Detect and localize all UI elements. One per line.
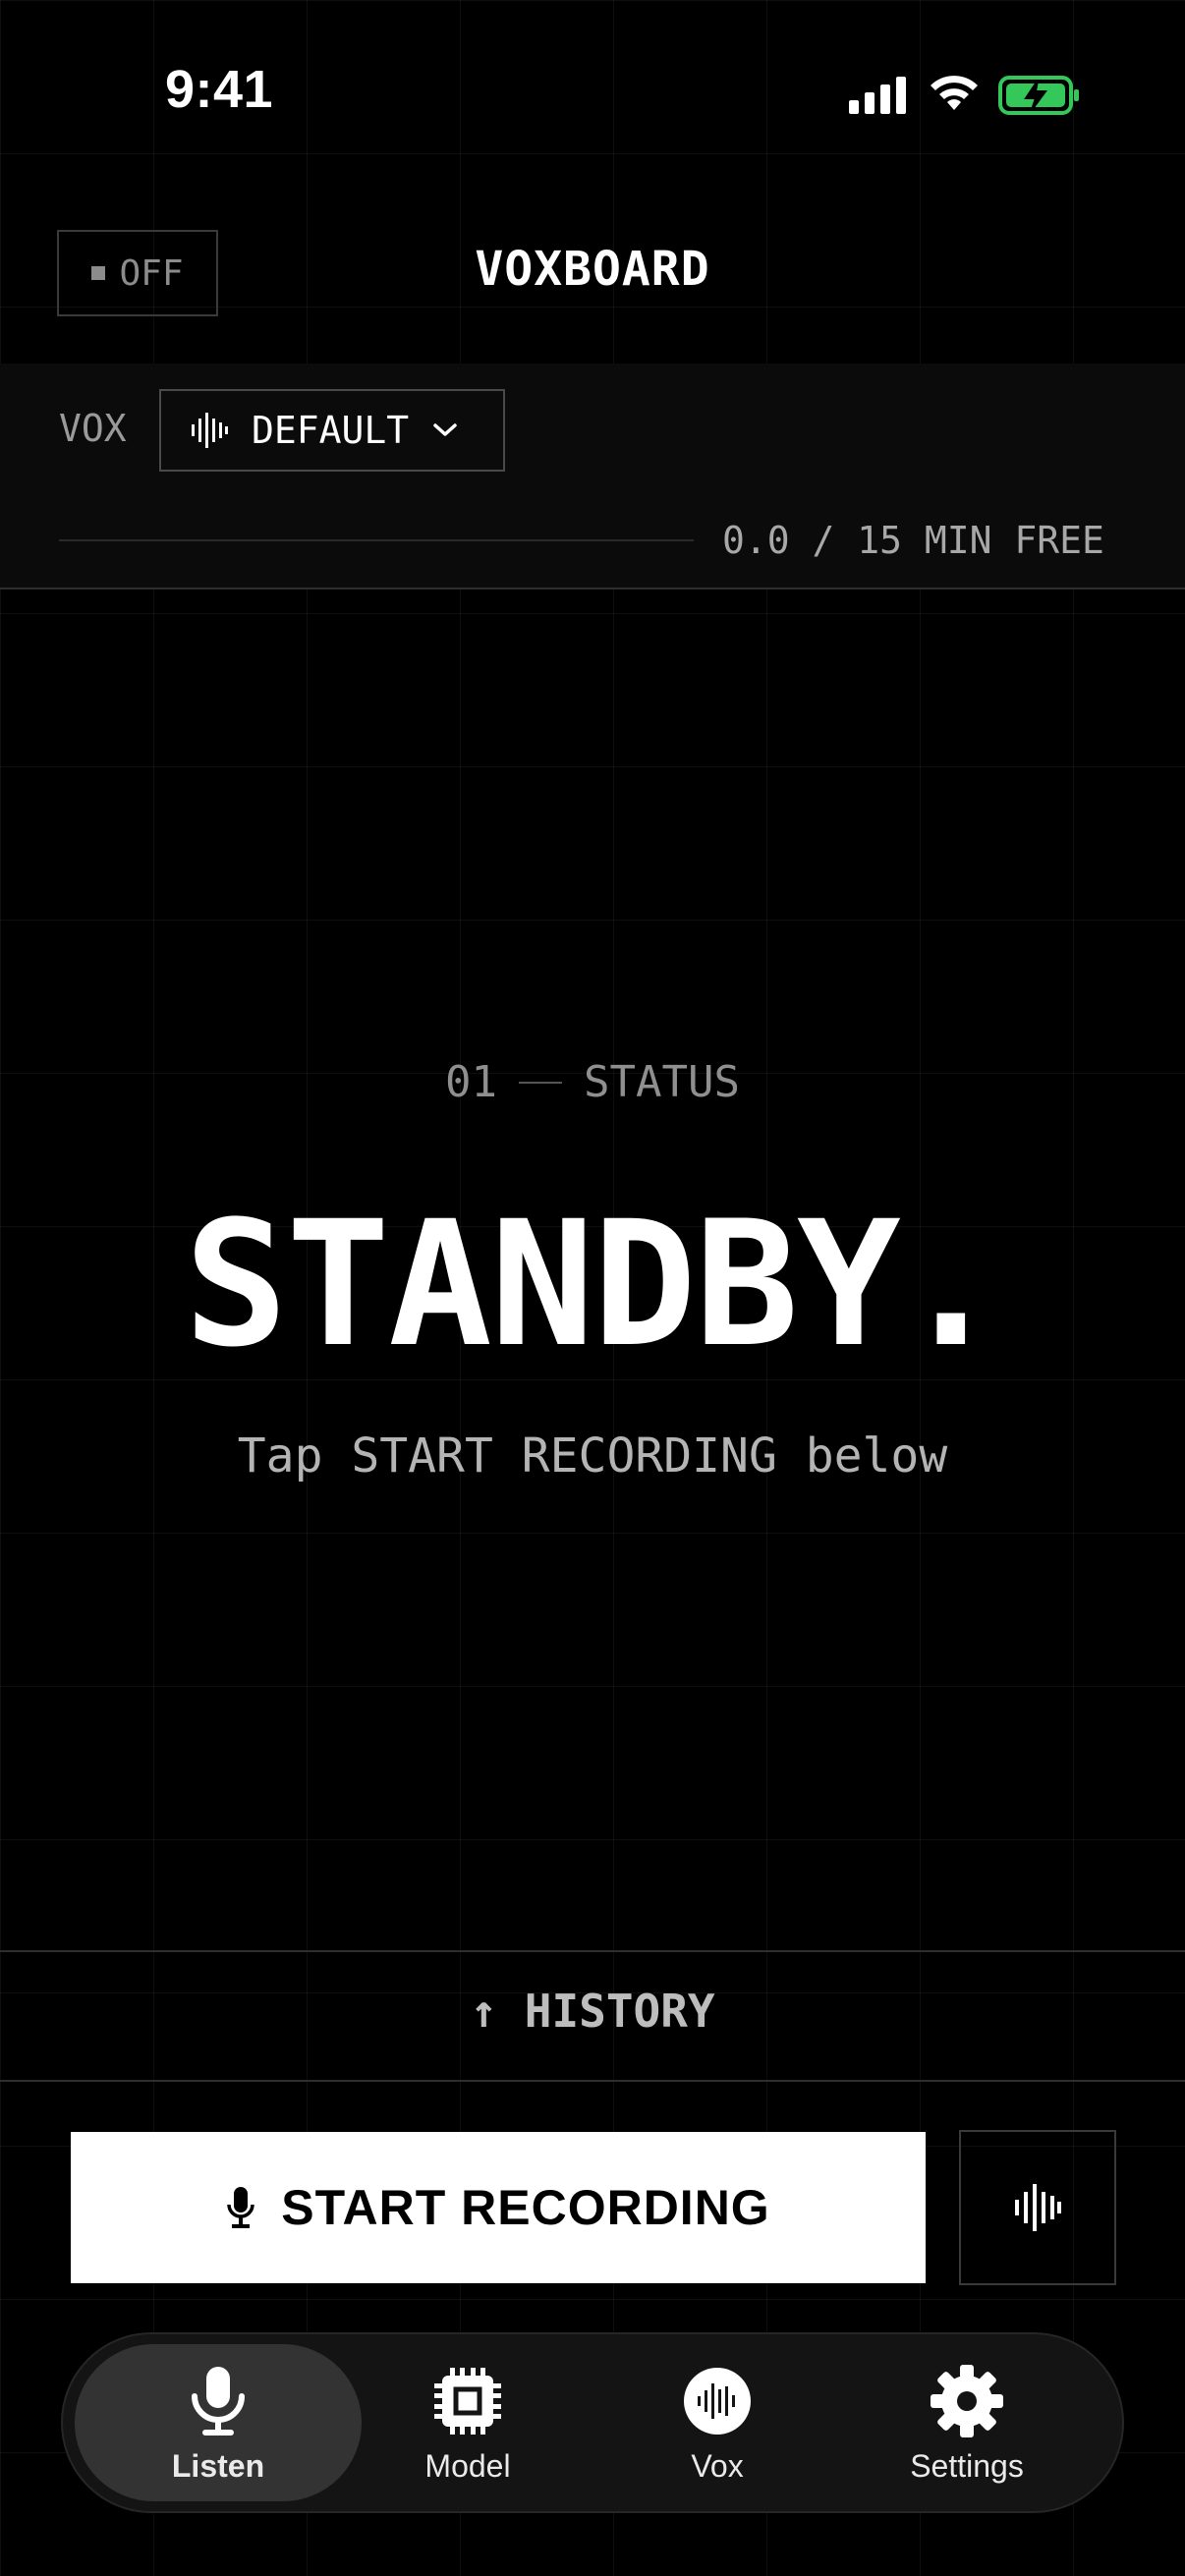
status-time: 9:41 (165, 60, 274, 119)
gear-icon (931, 2364, 1003, 2437)
vox-label: VOX (59, 407, 127, 450)
battery-charging-icon (998, 76, 1079, 115)
history-button[interactable]: ↑ HISTORY (0, 1985, 1185, 2038)
tab-model[interactable]: Model (324, 2344, 611, 2501)
mic-icon (192, 2366, 245, 2436)
cellular-signal-icon (849, 77, 906, 114)
status-headline: STANDBY. (184, 1184, 1003, 1385)
tab-settings[interactable]: Settings (823, 2344, 1110, 2501)
status-hint: Tap START RECORDING below (237, 1428, 948, 1484)
tab-listen[interactable]: Listen (75, 2344, 362, 2501)
start-recording-button[interactable]: START RECORDING (71, 2132, 926, 2283)
waveform-icon (1015, 2184, 1061, 2231)
tab-vox-label: Vox (691, 2447, 744, 2484)
history-label: HISTORY (524, 1985, 715, 2038)
tab-vox[interactable]: Vox (574, 2344, 861, 2501)
divider (0, 1950, 1185, 1952)
tab-listen-label: Listen (171, 2447, 265, 2484)
tab-settings-label: Settings (910, 2447, 1024, 2484)
status-title: STATUS (584, 1057, 740, 1107)
divider (0, 2080, 1185, 2082)
status-number: 01 (445, 1057, 498, 1107)
status-section-label: 01 STATUS (0, 1057, 1185, 1107)
mic-icon (227, 2187, 255, 2228)
app-title: VOXBOARD (475, 242, 710, 297)
start-recording-label: START RECORDING (281, 2180, 770, 2235)
usage-progress-track (59, 539, 694, 541)
wifi-icon (931, 76, 978, 110)
waveform-circle-icon (684, 2367, 751, 2435)
waveform-icon (192, 413, 228, 448)
arrow-up-icon: ↑ (470, 1985, 498, 2038)
divider (0, 588, 1185, 589)
chevron-down-icon (433, 423, 457, 436)
vox-select-value: DEFAULT (252, 409, 410, 452)
tab-model-label: Model (424, 2447, 511, 2484)
vox-select-dropdown[interactable]: DEFAULT (159, 389, 505, 472)
chip-icon (434, 2367, 501, 2435)
usage-text: 0.0 / 15 MIN FREE (722, 519, 1104, 562)
waveform-button[interactable] (959, 2130, 1116, 2285)
dash-divider (519, 1081, 563, 1084)
